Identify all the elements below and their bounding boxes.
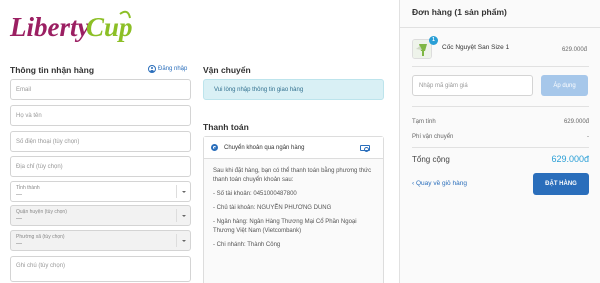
- email-field[interactable]: Email: [10, 79, 191, 100]
- divider: [412, 106, 589, 107]
- quantity-badge: 1: [429, 36, 438, 45]
- divider: [399, 27, 600, 28]
- ward-label: Phường xã (tùy chọn): [16, 234, 65, 240]
- back-to-cart-link[interactable]: ‹ Quay về giỏ hàng: [412, 180, 467, 187]
- product-name: Cốc Nguyệt San Size 1: [442, 44, 510, 51]
- payment-method-box: Chuyển khoản qua ngân hàng Sau khi đặt h…: [203, 136, 384, 283]
- payment-account-number: - Số tài khoản: 0451000487800: [213, 191, 297, 197]
- user-icon: [148, 65, 156, 73]
- subtotal-row: Tạm tính 629.000đ: [412, 119, 589, 125]
- payment-radio[interactable]: [211, 144, 218, 151]
- payment-bank-name: - Ngân hàng: Ngân Hàng Thương Mại Cổ Phầ…: [213, 219, 357, 234]
- shipping-title: Vận chuyển: [203, 65, 251, 75]
- payment-account-holder: - Chủ tài khoản: NGUYỄN PHƯƠNG DUNG: [213, 205, 332, 211]
- total-value: 629.000đ: [551, 154, 589, 164]
- province-label: Tỉnh thành: [16, 185, 40, 191]
- customer-info-title: Thông tin nhận hàng: [10, 65, 95, 75]
- product-price: 629.000đ: [561, 47, 587, 53]
- payment-intro-text: Sau khi đặt hàng, bạn có thể thanh toán …: [213, 168, 372, 183]
- province-value: ---: [16, 192, 22, 198]
- subtotal-label: Tạm tính: [412, 119, 436, 125]
- province-select[interactable]: Tỉnh thành ---: [10, 181, 191, 202]
- divider: [412, 147, 589, 148]
- coupon-input[interactable]: Nhập mã giảm giá: [412, 75, 533, 96]
- district-select[interactable]: Quận huyện (tùy chọn) ---: [10, 205, 191, 226]
- payment-branch: - Chi nhánh: Thành Công: [213, 242, 281, 248]
- total-label: Tổng cộng: [412, 154, 450, 164]
- cash-icon: [360, 145, 370, 152]
- liberty-cup-logo[interactable]: Liberty Cup: [8, 6, 133, 46]
- order-title: Đơn hàng (1 sản phẩm): [412, 7, 507, 17]
- shipping-fee-label: Phí vận chuyển: [412, 134, 454, 140]
- chevron-left-icon: ‹: [412, 180, 415, 187]
- shipping-info-alert: Vui lòng nhập thông tin giao hàng: [203, 79, 384, 100]
- total-row: Tổng cộng 629.000đ: [412, 154, 589, 164]
- login-label: Đăng nhập: [158, 66, 188, 72]
- district-value: ---: [16, 216, 22, 222]
- shipping-fee-row: Phí vận chuyển -: [412, 134, 589, 140]
- payment-option-bank-transfer[interactable]: Chuyển khoản qua ngân hàng: [204, 137, 383, 159]
- chevron-down-icon: [176, 209, 190, 222]
- logo-text-liberty: Liberty: [9, 12, 90, 42]
- back-to-cart-label: Quay về giỏ hàng: [415, 180, 467, 187]
- name-field[interactable]: Họ và tên: [10, 105, 191, 126]
- apply-coupon-button[interactable]: Áp dụng: [541, 75, 588, 96]
- logo-text-cup: Cup: [86, 12, 133, 42]
- payment-method-label: Chuyển khoản qua ngân hàng: [224, 144, 305, 151]
- chevron-down-icon: [176, 234, 190, 247]
- payment-instructions: Sau khi đặt hàng, bạn có thể thanh toán …: [204, 159, 383, 250]
- ward-value: ---: [16, 241, 22, 247]
- divider: [412, 66, 589, 67]
- note-field[interactable]: Ghi chú (tùy chọn): [10, 256, 191, 282]
- chevron-down-icon: [176, 185, 190, 198]
- ward-select[interactable]: Phường xã (tùy chọn) ---: [10, 230, 191, 251]
- district-label: Quận huyện (tùy chọn): [16, 209, 67, 215]
- payment-title: Thanh toán: [203, 122, 249, 132]
- subtotal-value: 629.000đ: [563, 119, 589, 125]
- shipping-fee-value: -: [587, 134, 589, 140]
- place-order-button[interactable]: ĐẶT HÀNG: [533, 173, 589, 195]
- phone-field[interactable]: Số điện thoại (tùy chọn): [10, 131, 191, 152]
- login-link[interactable]: Đăng nhập: [148, 65, 187, 73]
- address-field[interactable]: Địa chỉ (tùy chọn): [10, 156, 191, 177]
